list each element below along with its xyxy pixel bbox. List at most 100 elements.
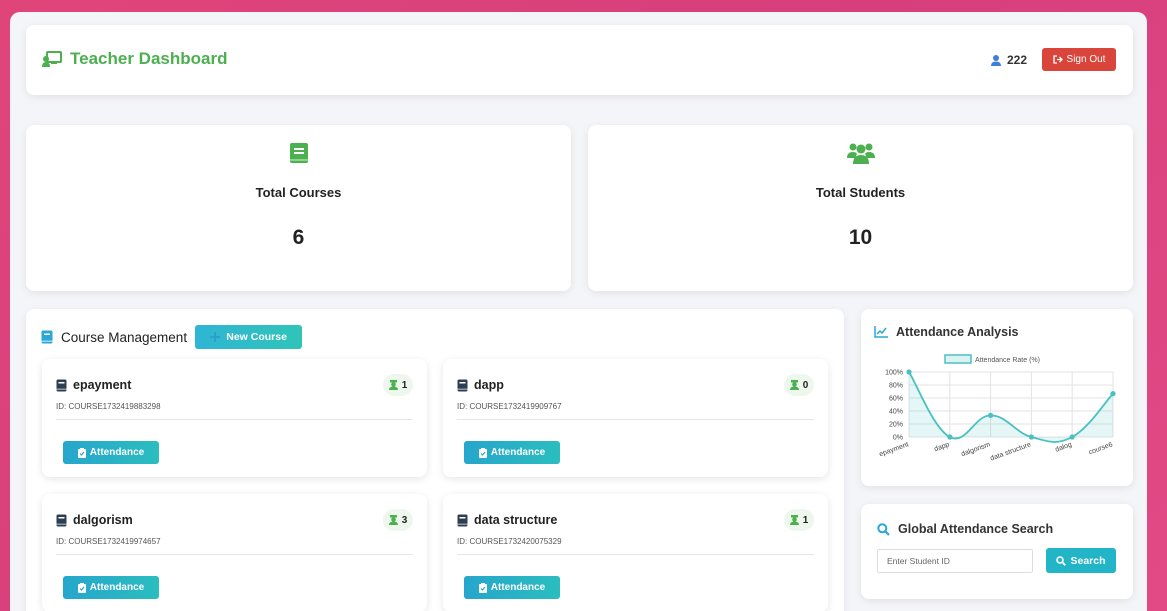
clipboard-check-icon <box>77 447 86 458</box>
header-bar: Teacher Dashboard 222 Sign Out <box>26 25 1133 95</box>
student-count: 0 <box>802 379 809 391</box>
course-management-title: Course Management <box>61 329 188 345</box>
users-icon <box>846 142 875 164</box>
attendance-label: Attendance <box>89 447 145 458</box>
course-name: epayment <box>56 378 131 392</box>
student-count-badge: 0 <box>784 374 814 396</box>
attendance-analysis-panel: Attendance Analysis Attendance Rate (%) 0… <box>861 309 1133 486</box>
attendance-button[interactable]: Attendance <box>63 576 159 599</box>
course-id: ID: COURSE1732419909767 <box>457 402 562 411</box>
plus-icon <box>210 332 221 342</box>
new-course-label: New Course <box>226 331 287 343</box>
graduate-icon <box>388 380 398 390</box>
data-point <box>988 412 994 418</box>
course-name-text: epayment <box>73 378 132 392</box>
y-tick-label: 60% <box>889 396 903 403</box>
sign-out-button[interactable]: Sign Out <box>1042 48 1116 71</box>
data-point <box>1028 434 1034 440</box>
user-icon <box>990 54 1001 66</box>
course-book-icon <box>41 330 53 344</box>
teacher-board-icon <box>42 51 62 67</box>
total-students-card: Total Students 10 <box>588 125 1133 291</box>
total-students-value: 10 <box>848 226 873 249</box>
data-point <box>906 369 912 375</box>
student-id-input[interactable] <box>877 549 1033 573</box>
student-count: 1 <box>802 514 809 526</box>
y-tick-label: 20% <box>889 422 903 429</box>
course-name: data structure <box>457 513 557 527</box>
x-tick-label: dapp <box>933 441 950 453</box>
student-count: 1 <box>401 379 408 391</box>
student-count: 3 <box>401 514 408 526</box>
divider <box>56 554 413 555</box>
global-search-header: Global Attendance Search <box>877 522 1053 536</box>
divider <box>457 554 814 555</box>
course-name-text: dapp <box>474 378 504 392</box>
series-area <box>909 372 1113 443</box>
divider <box>457 419 814 420</box>
total-courses-value: 6 <box>292 226 305 249</box>
course-id: ID: COURSE1732419974657 <box>56 537 161 546</box>
student-count-badge: 1 <box>383 374 413 396</box>
student-count-badge: 1 <box>784 509 814 531</box>
data-point <box>1069 434 1075 440</box>
attendance-chart: Attendance Rate (%) 0% 20% 40% 60% 80% 100% epa… <box>878 354 1116 463</box>
course-name-text: data structure <box>474 513 558 527</box>
global-search-panel: Global Attendance Search Search <box>861 504 1133 599</box>
course-book-icon <box>56 514 67 527</box>
user-id: 222 <box>1006 53 1027 67</box>
attendance-button[interactable]: Attendance <box>464 576 560 599</box>
course-book-icon <box>457 379 468 392</box>
course-card-dalgorism: dalgorism 3 ID: COURSE1732419974657 Atte… <box>42 494 427 611</box>
course-management-panel: Course Management New Course epayment 1 … <box>26 309 844 611</box>
attendance-label: Attendance <box>490 447 546 458</box>
graduate-icon <box>789 380 799 390</box>
course-name-text: dalgorism <box>73 513 133 527</box>
course-name: dalgorism <box>56 513 133 527</box>
legend-swatch <box>944 354 972 364</box>
graduate-icon <box>388 515 398 525</box>
course-book-icon <box>457 514 468 527</box>
attendance-button[interactable]: Attendance <box>464 441 560 464</box>
new-course-button[interactable]: New Course <box>195 325 303 349</box>
course-id: ID: COURSE1732419883298 <box>56 402 161 411</box>
course-id: ID: COURSE1732420075329 <box>457 537 562 546</box>
course-book-icon <box>56 379 67 392</box>
x-tick-label: course6 <box>1088 441 1114 456</box>
search-icon <box>1056 555 1067 566</box>
x-tick-label: data structure <box>989 441 1032 462</box>
data-point <box>947 434 953 440</box>
total-courses-label: Total Courses <box>255 185 342 200</box>
clipboard-check-icon <box>77 582 86 593</box>
page-title: Teacher Dashboard <box>70 49 228 68</box>
search-button[interactable]: Search <box>1046 548 1116 573</box>
x-tick-label: epayment <box>878 441 909 458</box>
x-tick-label: dalog <box>1054 441 1073 453</box>
y-tick-label: 40% <box>889 409 903 416</box>
sign-out-icon <box>1052 55 1063 64</box>
brand: Teacher Dashboard <box>42 49 227 69</box>
search-icon <box>877 522 890 536</box>
global-search-title: Global Attendance Search <box>898 522 1054 536</box>
line-chart-icon <box>874 326 888 338</box>
attendance-analysis-header: Attendance Analysis <box>874 325 1019 339</box>
attendance-button[interactable]: Attendance <box>63 441 159 464</box>
legend-label: Attendance Rate (%) <box>975 357 1040 364</box>
graduate-icon <box>789 515 799 525</box>
attendance-label: Attendance <box>490 582 546 593</box>
course-card-epayment: epayment 1 ID: COURSE1732419883298 Atten… <box>42 359 427 477</box>
divider <box>56 419 413 420</box>
course-name: dapp <box>457 378 504 392</box>
course-card-dapp: dapp 0 ID: COURSE1732419909767 Attendanc… <box>443 359 828 477</box>
y-tick-label: 0% <box>893 435 903 442</box>
sign-out-label: Sign Out <box>1066 54 1106 65</box>
course-card-data-structure: data structure 1 ID: COURSE1732420075329… <box>443 494 828 611</box>
search-button-label: Search <box>1070 554 1106 567</box>
student-count-badge: 3 <box>383 509 413 531</box>
book-icon <box>289 142 309 164</box>
total-students-label: Total Students <box>815 185 906 200</box>
x-tick-label: dalgorism <box>960 441 991 458</box>
attendance-label: Attendance <box>89 582 145 593</box>
total-courses-card: Total Courses 6 <box>26 125 571 291</box>
y-tick-label: 100% <box>885 370 903 377</box>
